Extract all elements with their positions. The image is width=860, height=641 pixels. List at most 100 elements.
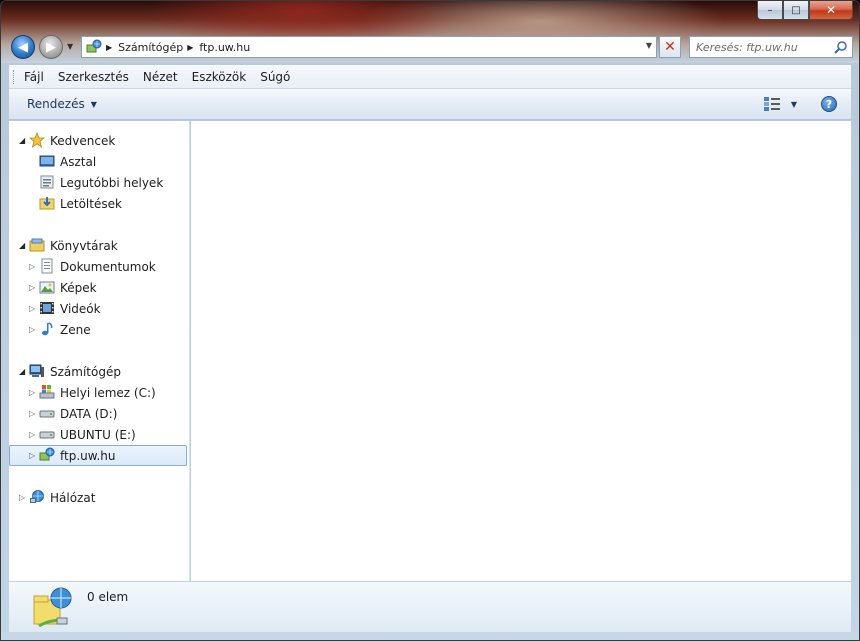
documents-icon [41,258,53,274]
change-view-button[interactable]: ▼ [763,96,797,112]
search-input[interactable]: Keresés: ftp.uw.hu [689,36,853,58]
nav-item-desktop[interactable]: Asztal [9,151,187,172]
nav-item-label: UBUNTU (E:) [60,427,136,442]
details-pane: 0 elem [9,581,851,634]
breadcrumb-ftp[interactable]: ftp.uw.hu [199,41,250,54]
breadcrumb-separator[interactable]: ▶ [187,43,193,52]
command-bar: Rendezés ▼ ▼ ? [9,89,851,120]
nav-item-label: ftp.uw.hu [60,448,116,463]
file-list-area[interactable] [191,121,851,581]
star-icon [29,132,45,148]
computer-icon [29,364,44,377]
nav-item-drive-d[interactable]: ▷ DATA (D:) [9,403,187,424]
back-arrow-icon: ◀ [18,39,28,55]
collapsed-icon[interactable]: ▷ [29,262,35,271]
menu-help[interactable]: Súgó [260,70,290,84]
search-icon[interactable] [834,40,848,54]
network-location-icon [33,587,72,628]
nav-item-pictures[interactable]: ▷ Képek [9,277,187,298]
videos-icon [40,302,54,314]
nav-network-label: Hálózat [50,490,96,505]
expanded-icon[interactable]: ◢ [19,367,25,376]
network-location-icon [86,39,102,53]
navigation-pane: ◢ Kedvencek Asztal Legutóbbi helyek Letö… [9,121,190,581]
window-bottom-border [1,632,859,640]
nav-item-ftp[interactable]: ▷ ftp.uw.hu [9,445,187,466]
chevron-down-icon: ▼ [790,99,797,109]
search-placeholder: Keresés: ftp.uw.hu [696,40,798,54]
nav-item-label: Asztal [60,154,97,169]
nav-item-label: Legutóbbi helyek [60,175,164,190]
explorer-window: – □ ✕ ◀ ▶ ▼ ▶ Számítógép ▶ ftp.uw.hu ▼ ✕ [0,0,860,641]
forward-arrow-icon: ▶ [46,39,56,55]
expanded-icon[interactable]: ◢ [19,241,25,250]
network-icon [30,490,44,503]
libraries-icon [29,238,45,252]
menu-grip [13,69,16,84]
nav-item-label: Dokumentumok [60,259,156,274]
pictures-icon [39,281,55,294]
nav-item-drive-e[interactable]: ▷ UBUNTU (E:) [9,424,187,445]
collapsed-icon[interactable]: ▷ [29,325,35,334]
hard-drive-icon [39,431,55,439]
nav-item-music[interactable]: ▷ Zene [9,319,187,340]
menu-edit[interactable]: Szerkesztés [58,70,129,84]
nav-item-label: Letöltések [60,196,122,211]
address-row: ◀ ▶ ▼ ▶ Számítógép ▶ ftp.uw.hu ▼ ✕ Keres… [9,34,853,60]
nav-item-videos[interactable]: ▷ Videók [9,298,187,319]
close-button[interactable]: ✕ [809,1,853,20]
close-icon: ✕ [664,39,676,55]
chevron-down-icon: ▼ [90,99,97,109]
nav-item-recent-places[interactable]: Legutóbbi helyek [9,172,187,193]
nav-favorites[interactable]: ◢ Kedvencek [9,130,187,151]
back-button[interactable]: ◀ [11,35,35,59]
collapsed-icon[interactable]: ▷ [29,388,35,397]
breadcrumb-computer[interactable]: Számítógép [118,41,183,54]
desktop-icon [39,155,55,167]
help-icon[interactable]: ? [821,96,837,112]
network-location-icon [39,447,55,461]
nav-favorites-label: Kedvencek [50,133,116,148]
forward-button[interactable]: ▶ [39,35,63,59]
nav-computer[interactable]: ◢ Számítógép [9,361,187,382]
nav-item-downloads[interactable]: Letöltések [9,193,187,214]
collapsed-icon[interactable]: ▷ [29,283,35,292]
nav-item-label: Helyi lemez (C:) [60,385,156,400]
stop-button[interactable]: ✕ [659,36,681,58]
hard-drive-icon [39,410,55,418]
address-bar[interactable]: ▶ Számítógép ▶ ftp.uw.hu ▼ [81,36,657,58]
nav-item-label: DATA (D:) [60,406,118,421]
nav-computer-label: Számítógép [50,364,121,379]
breadcrumb-separator[interactable]: ▶ [106,43,112,52]
nav-item-drive-c[interactable]: ▷ Helyi lemez (C:) [9,382,187,403]
menu-tools[interactable]: Eszközök [192,70,247,84]
collapsed-icon[interactable]: ▷ [19,493,25,502]
organize-button[interactable]: Rendezés ▼ [27,97,97,111]
downloads-folder-icon [39,197,55,210]
recent-pages-dropdown[interactable]: ▼ [67,42,73,51]
menu-file[interactable]: Fájl [24,70,44,84]
item-count: 0 elem [87,590,129,604]
collapsed-icon[interactable]: ▷ [29,409,35,418]
collapsed-icon[interactable]: ▷ [29,451,35,460]
caption-buttons: – □ ✕ [757,1,853,20]
recent-places-icon [40,175,54,189]
nav-item-label: Videók [60,301,101,316]
collapsed-icon[interactable]: ▷ [29,304,35,313]
expanded-icon[interactable]: ◢ [19,136,25,145]
nav-libraries-label: Könyvtárak [50,238,118,253]
address-dropdown[interactable]: ▼ [646,41,652,50]
nav-libraries[interactable]: ◢ Könyvtárak [9,235,187,256]
nav-network[interactable]: ▷ Hálózat [9,487,187,508]
system-drive-icon [39,385,55,399]
organize-label: Rendezés [27,97,85,111]
minimize-button[interactable]: – [757,1,783,20]
nav-item-label: Képek [60,280,97,295]
collapsed-icon[interactable]: ▷ [29,430,35,439]
nav-item-documents[interactable]: ▷ Dokumentumok [9,256,187,277]
maximize-button[interactable]: □ [783,1,809,20]
nav-item-label: Zene [60,322,91,337]
menu-view[interactable]: Nézet [143,70,178,84]
view-details-icon [763,97,780,111]
music-note-icon [42,322,53,336]
